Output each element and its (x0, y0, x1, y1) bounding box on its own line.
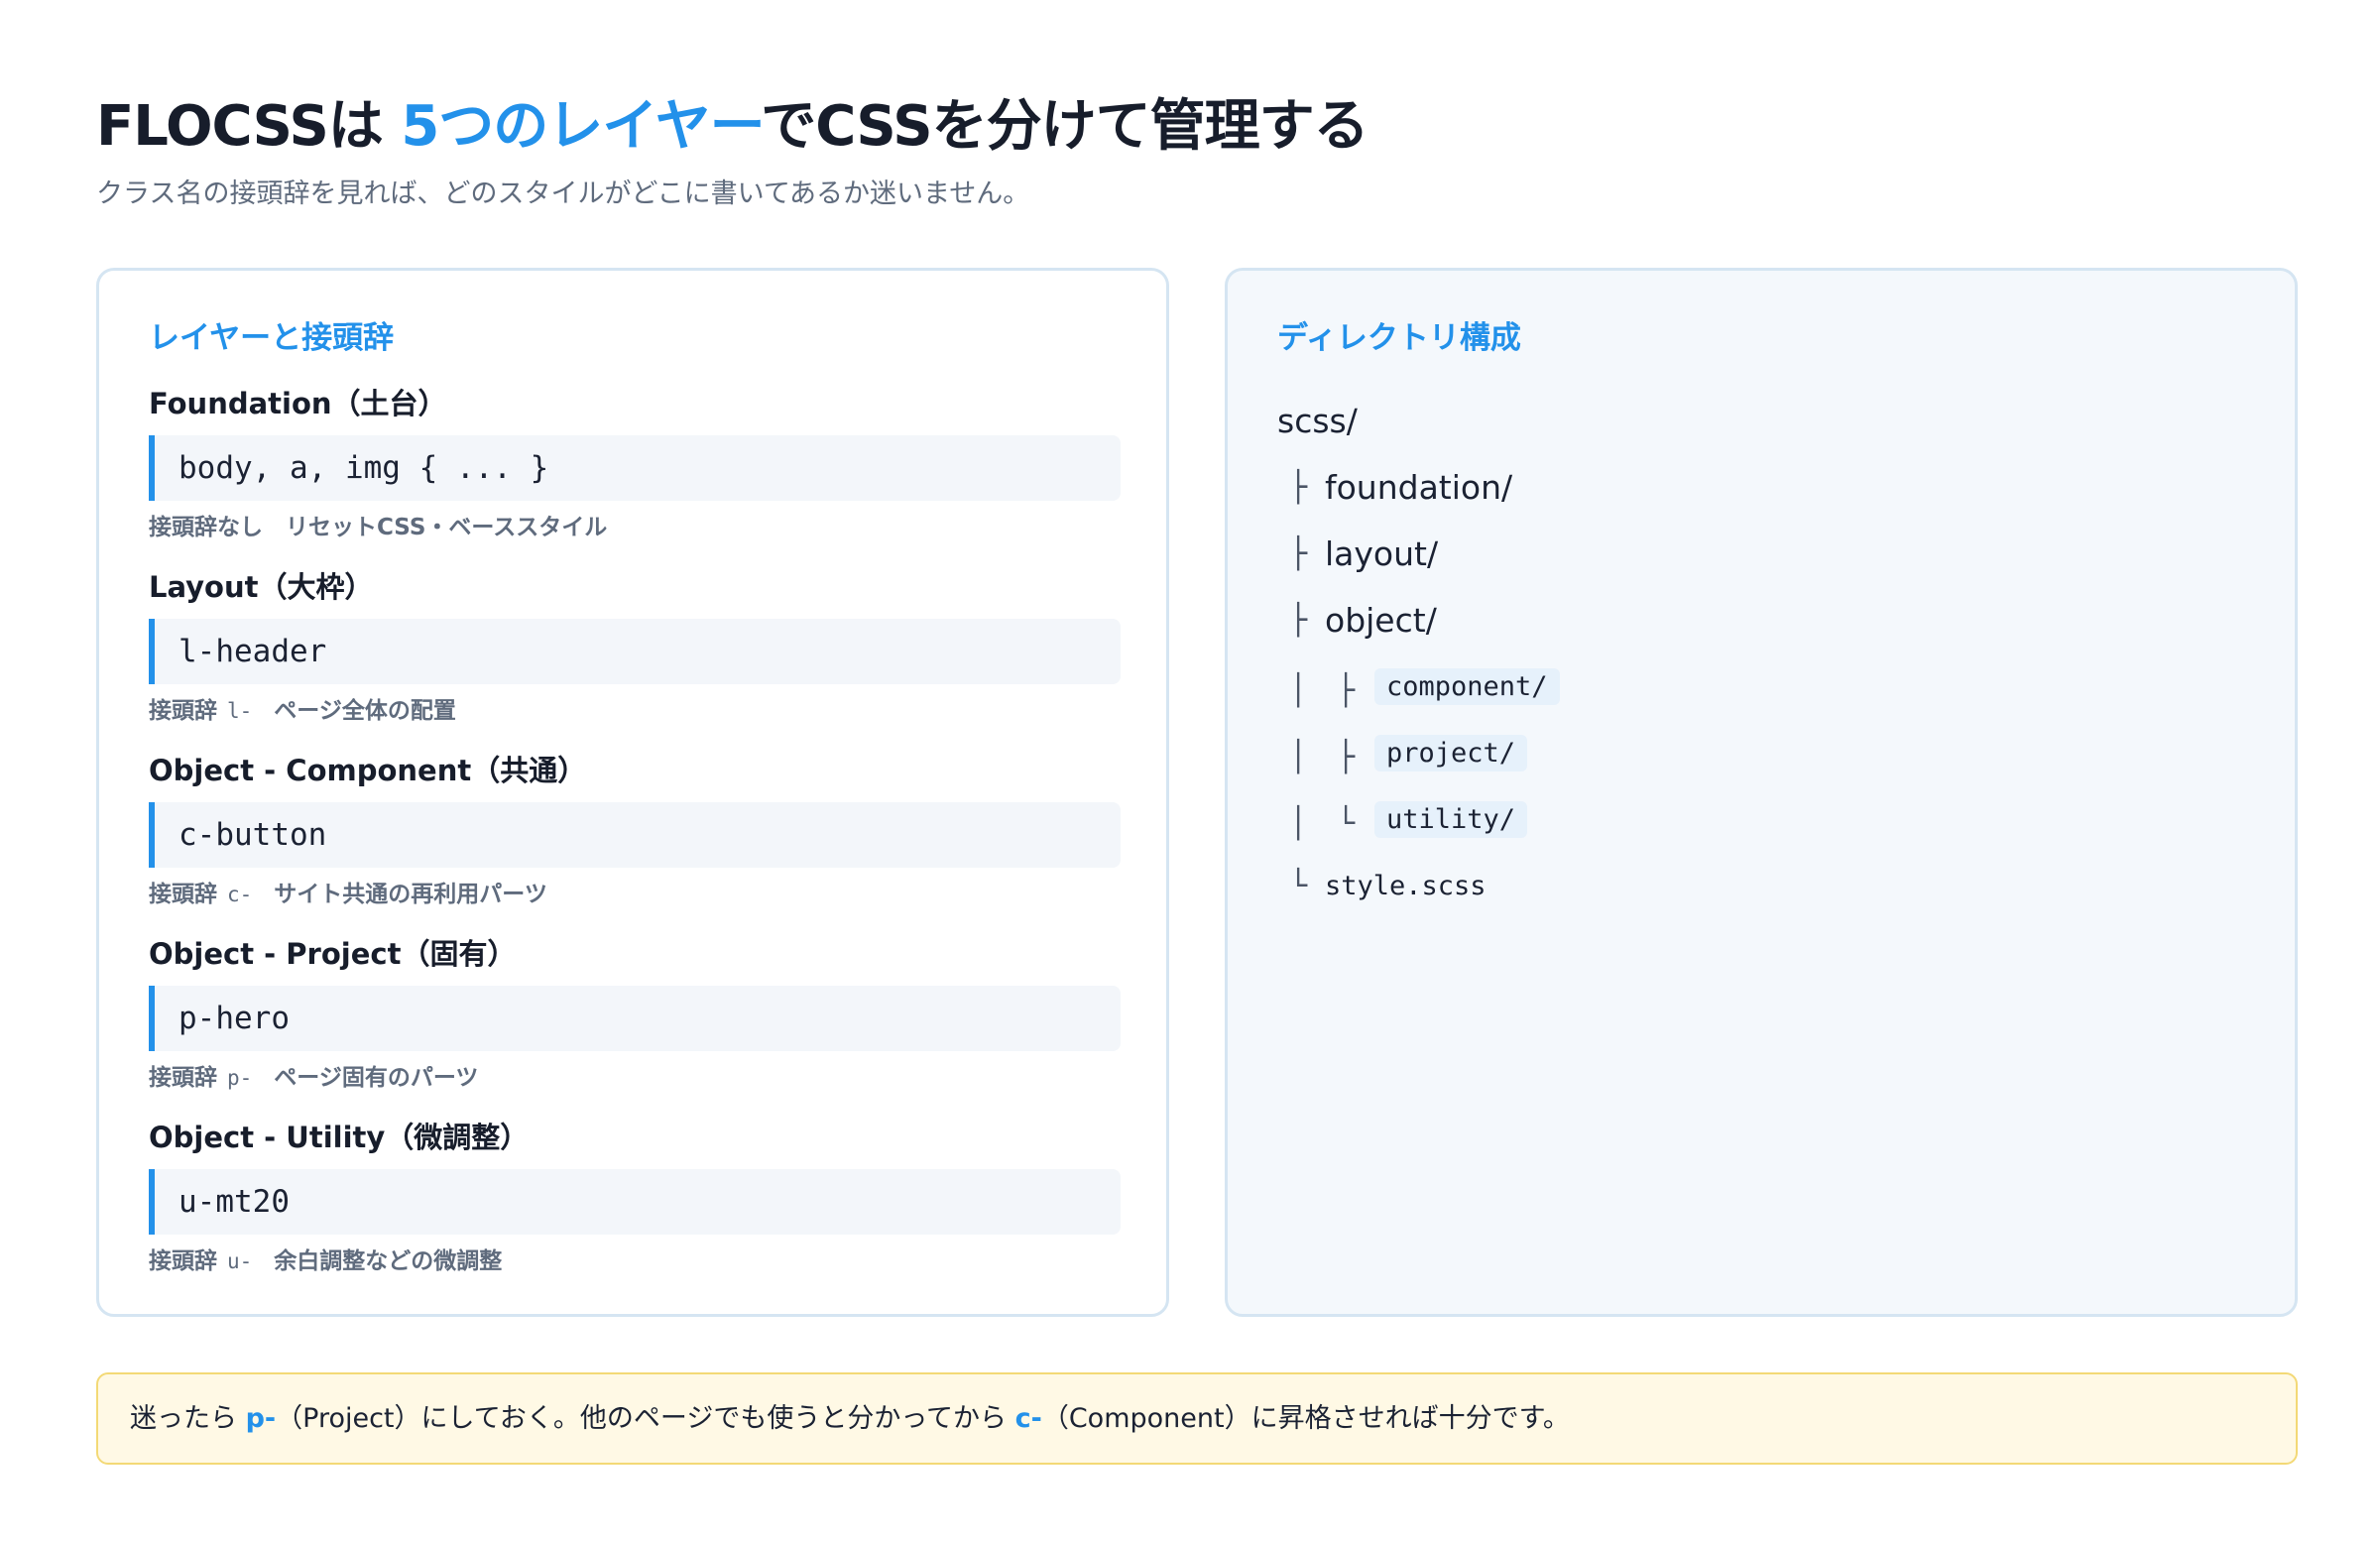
tree-branch: └ (1289, 869, 1308, 903)
layers-card: レイヤーと接頭辞 Foundation（土台） body, a, img { .… (96, 268, 1169, 1317)
page-subtitle: クラス名の接頭辞を見れば、どのスタイルがどこに書いてあるか迷いません。 (96, 178, 1030, 209)
note-text: （Project）にしておく。他のページでも使うと分かってから (276, 1403, 1008, 1434)
prefix-label: 接頭辞 (149, 1248, 217, 1274)
title-accent: 5つのレイヤー (401, 94, 762, 159)
layer-desc-text: ページ全体の配置 (274, 698, 456, 724)
code-sample: p-hero (149, 986, 1121, 1051)
layer-name: Object - Component（共通） (149, 754, 587, 787)
folder-name: project/ (1374, 735, 1528, 771)
tree-item: │ └ utility/ (1277, 786, 1560, 853)
note-text: （Component）に昇格させれば十分です。 (1041, 1403, 1570, 1434)
layer-utility: Object - Utility（微調整） u-mt20 接頭辞 u- 余白調整など… (149, 1118, 1121, 1301)
prefix-code: p- (227, 1066, 253, 1090)
prefix-code: c- (227, 883, 253, 906)
layer-description: 接頭辞 u- 余白調整などの微調整 (149, 1245, 1121, 1278)
layer-desc-text: サイト共通の再利用パーツ (274, 882, 547, 907)
directory-card: ディレクトリ構成 scss/ ├ foundation/ ├ layout/ ├… (1225, 268, 2298, 1317)
tree-item: │ ├ project/ (1277, 720, 1560, 786)
layer-layout: Layout（大枠） l-header 接頭辞 l- ページ全体の配置 (149, 567, 1121, 751)
title-post: でCSSを分けて管理する (761, 94, 1368, 159)
cards-container: レイヤーと接頭辞 Foundation（土台） body, a, img { .… (96, 268, 2298, 1317)
layer-name: Object - Project（固有） (149, 937, 517, 971)
file-name: style.scss (1325, 871, 1487, 901)
layer-list: Foundation（土台） body, a, img { ... } 接頭辞な… (149, 384, 1121, 1301)
note-text: 迷ったら (130, 1403, 237, 1434)
layer-component: Object - Component（共通） c-button 接頭辞 c- サイト… (149, 751, 1121, 934)
layer-name: Layout（大枠） (149, 570, 374, 604)
tree-branch: ├ (1289, 536, 1308, 571)
layer-description: 接頭辞 c- サイト共通の再利用パーツ (149, 878, 1121, 911)
layer-description: 接頭辞 l- ページ全体の配置 (149, 694, 1121, 728)
folder-name: layout/ (1325, 534, 1439, 573)
layer-description: 接頭辞 p- ページ固有のパーツ (149, 1061, 1121, 1095)
prefix-code: l- (227, 699, 253, 723)
tree-root: scss/ (1277, 388, 1560, 454)
tree-branch: │ ├ (1289, 739, 1356, 774)
directory-card-heading: ディレクトリ構成 (1277, 320, 1521, 356)
title-pre: FLOCSSは (96, 94, 384, 159)
folder-name: object/ (1325, 601, 1437, 640)
layer-name: Object - Utility（微調整） (149, 1121, 530, 1154)
tree-branch: ├ (1289, 603, 1308, 638)
page-title: FLOCSSは 5つのレイヤーでCSSを分けて管理する (96, 87, 2298, 167)
layer-desc-text: 余白調整などの微調整 (274, 1248, 503, 1274)
tip-note: 迷ったら p-（Project）にしておく。他のページでも使うと分かってから c… (96, 1372, 2298, 1465)
directory-tree: scss/ ├ foundation/ ├ layout/ ├ object/ … (1277, 388, 1560, 919)
folder-name: utility/ (1374, 801, 1528, 838)
folder-name: foundation/ (1325, 468, 1513, 507)
prefix-code: u- (227, 1249, 253, 1273)
code-sample: c-button (149, 802, 1121, 868)
layer-desc-text: ページ固有のパーツ (274, 1065, 479, 1091)
tree-item: ├ object/ (1277, 587, 1560, 653)
layer-name: Foundation（土台） (149, 387, 447, 420)
layer-foundation: Foundation（土台） body, a, img { ... } 接頭辞な… (149, 384, 1121, 567)
tree-item: ├ layout/ (1277, 521, 1560, 587)
prefix-label: 接頭辞 (149, 698, 217, 724)
page: FLOCSSは 5つのレイヤーでCSSを分けて管理する クラス名の接頭辞を見れば… (96, 87, 2298, 1465)
code-sample: l-header (149, 619, 1121, 684)
layer-desc-text: 接頭辞なし リセットCSS・ベーススタイル (149, 515, 608, 540)
tree-branch: │ ├ (1289, 672, 1356, 708)
layer-project: Object - Project（固有） p-hero 接頭辞 p- ページ固有のパ… (149, 934, 1121, 1118)
note-prefix-code: p- (245, 1403, 277, 1434)
note-prefix-code: c- (1014, 1403, 1042, 1434)
tree-item: └ style.scss (1277, 853, 1560, 919)
tree-branch: ├ (1289, 470, 1308, 505)
code-sample: u-mt20 (149, 1169, 1121, 1235)
tree-item: ├ foundation/ (1277, 454, 1560, 521)
prefix-label: 接頭辞 (149, 882, 217, 907)
prefix-label: 接頭辞 (149, 1065, 217, 1091)
layer-description: 接頭辞なし リセットCSS・ベーススタイル (149, 511, 1121, 544)
tree-item: │ ├ component/ (1277, 653, 1560, 720)
folder-name: scss/ (1277, 402, 1358, 440)
layers-card-heading: レイヤーと接頭辞 (149, 320, 395, 356)
folder-name: component/ (1374, 668, 1560, 705)
tree-branch: │ └ (1289, 805, 1356, 841)
code-sample: body, a, img { ... } (149, 435, 1121, 501)
